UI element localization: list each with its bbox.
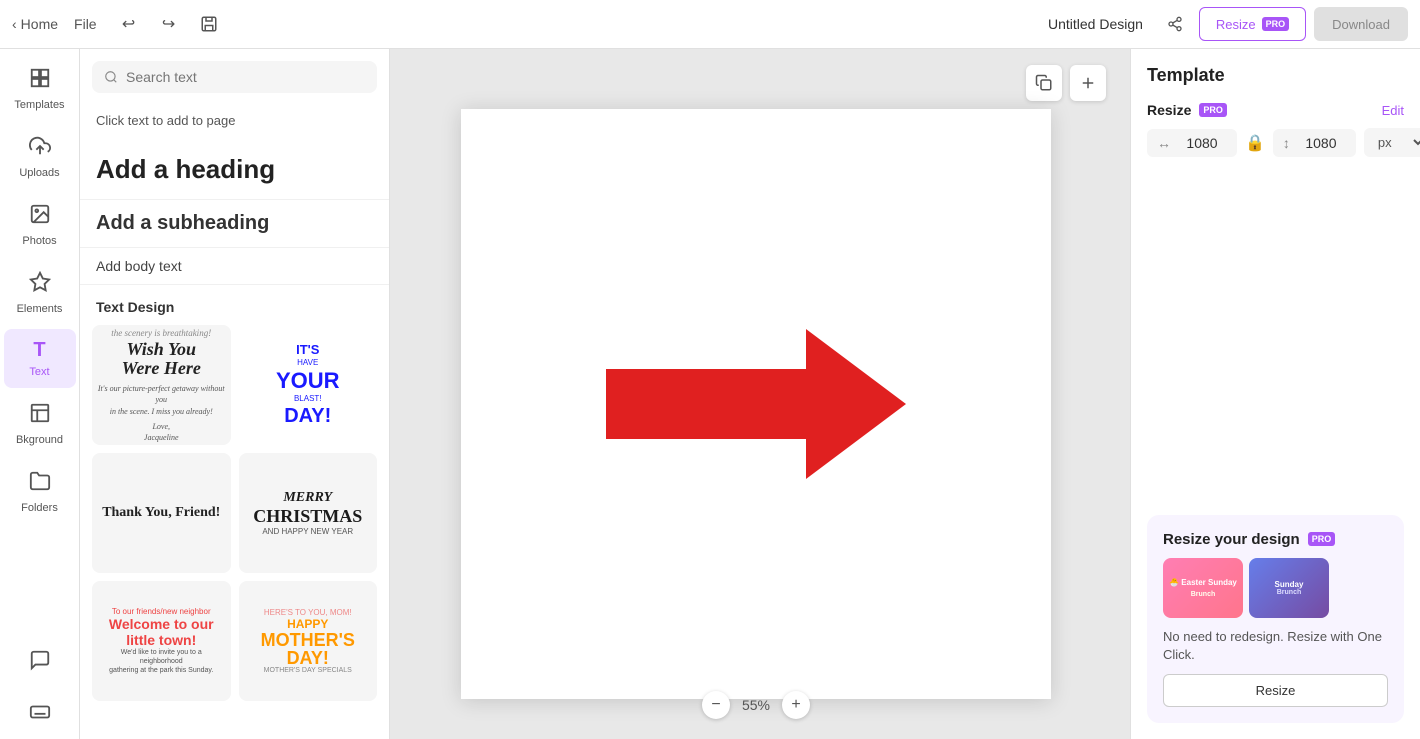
elements-icon <box>29 271 51 299</box>
topbar-center: Untitled Design Resize PRO Download <box>1040 7 1408 41</box>
edit-link[interactable]: Edit <box>1382 103 1404 118</box>
chat-icon <box>29 649 51 677</box>
lock-icon[interactable]: 🔒 <box>1245 133 1265 153</box>
resize-promo-title: Resize your design PRO <box>1163 531 1388 548</box>
search-input[interactable] <box>126 69 365 85</box>
folders-icon <box>29 470 51 498</box>
duplicate-page-button[interactable] <box>1026 65 1062 101</box>
add-body-button[interactable]: Add body text <box>80 248 389 285</box>
sidebar-item-text[interactable]: T Text <box>4 329 76 388</box>
width-icon: ↔ <box>1157 135 1171 151</box>
background-icon <box>29 402 51 430</box>
promo-image-right: Sunday Brunch <box>1249 558 1329 618</box>
right-panel: Template Resize PRO Edit ↔ 🔒 ↕ px <box>1130 49 1420 739</box>
zoom-in-button[interactable]: + <box>782 691 810 719</box>
sidebar-item-label: Templates <box>14 99 64 111</box>
add-heading-button[interactable]: Add a heading <box>80 140 389 200</box>
resize-pro-badge: PRO <box>1199 103 1227 117</box>
sidebar-item-elements[interactable]: Elements <box>4 261 76 325</box>
zoom-level: 55% <box>742 697 770 713</box>
template-title: Template <box>1147 65 1404 86</box>
search-area <box>80 49 389 101</box>
promo-image-left: 🐣 Easter Sunday Brunch <box>1163 558 1243 618</box>
sidebar-item-background[interactable]: Bkground <box>4 392 76 456</box>
search-icon <box>104 70 118 84</box>
resize-promo-desc: No need to redesign. Resize with One Cli… <box>1163 628 1388 664</box>
resize-label: Resize <box>1216 17 1256 32</box>
redo-button[interactable]: ↪ <box>153 8 185 40</box>
sidebar-item-folders[interactable]: Folders <box>4 460 76 524</box>
text-design-grid: the scenery is breathtaking! Wish YouWer… <box>80 325 389 713</box>
text-card-2[interactable]: IT'S HAVE YOUR BLAST! DAY! <box>239 325 378 445</box>
height-box: ↕ <box>1273 129 1356 157</box>
topbar-left: ‹ Home File ↩ ↪ <box>12 8 225 40</box>
sidebar-item-label: Uploads <box>19 167 59 179</box>
text-card-3[interactable]: Thank You, Friend! <box>92 453 231 573</box>
resize-promo-pro: PRO <box>1308 532 1336 546</box>
text-design-label: Text Design <box>80 285 389 325</box>
sidebar-item-label: Bkground <box>16 434 63 446</box>
home-button[interactable]: ‹ Home <box>12 16 58 32</box>
click-to-add-text: Click text to add to page <box>80 101 389 140</box>
sidebar-item-templates[interactable]: Templates <box>4 57 76 121</box>
resize-promo-button[interactable]: Resize <box>1163 674 1388 707</box>
sidebar-item-label: Text <box>29 366 49 378</box>
search-box[interactable] <box>92 61 377 93</box>
add-page-button[interactable] <box>1070 65 1106 101</box>
width-box: ↔ <box>1147 129 1237 157</box>
width-input[interactable] <box>1177 135 1227 151</box>
text-card-1[interactable]: the scenery is breathtaking! Wish YouWer… <box>92 325 231 445</box>
canvas[interactable] <box>461 109 1051 699</box>
download-button[interactable]: Download <box>1314 7 1408 41</box>
sidebar-item-uploads[interactable]: Uploads <box>4 125 76 189</box>
height-input[interactable] <box>1296 135 1346 151</box>
resize-button[interactable]: Resize PRO <box>1199 7 1306 41</box>
text-card-6[interactable]: HERE'S TO YOU, MOM! HAPPY MOTHER'SDAY! M… <box>239 581 378 701</box>
height-icon: ↕ <box>1283 135 1290 151</box>
text-icon: T <box>33 339 45 362</box>
resize-section-label: Resize <box>1147 102 1191 118</box>
chevron-left-icon: ‹ <box>12 16 17 32</box>
zoom-out-button[interactable]: − <box>702 691 730 719</box>
sidebar-item-label: Photos <box>22 235 56 247</box>
pro-badge: PRO <box>1262 17 1290 31</box>
main-content: Templates Uploads Photos <box>0 49 1420 739</box>
sidebar-item-photos[interactable]: Photos <box>4 193 76 257</box>
red-arrow <box>606 324 906 484</box>
save-icon[interactable] <box>193 8 225 40</box>
keyboard-icon <box>29 701 51 729</box>
resize-promo-images: 🐣 Easter Sunday Brunch Sunday Brunch <box>1163 558 1388 618</box>
unit-select[interactable]: px in cm mm <box>1364 128 1420 157</box>
canvas-toolbar <box>1026 65 1106 101</box>
sidebar-item-label: Elements <box>17 303 63 315</box>
file-menu[interactable]: File <box>66 12 105 36</box>
share-button[interactable] <box>1159 8 1191 40</box>
uploads-icon <box>29 135 51 163</box>
dimension-row: ↔ 🔒 ↕ px in cm mm <box>1147 128 1404 157</box>
sidebar-item-keyboard[interactable] <box>4 691 76 739</box>
zoom-bar: − 55% + <box>702 691 810 719</box>
resize-section: Resize PRO Edit ↔ 🔒 ↕ px in cm mm <box>1147 102 1404 157</box>
panel-divider[interactable] <box>1122 49 1130 739</box>
sidebar-item-chat[interactable] <box>4 639 76 687</box>
text-card-5[interactable]: To our friends/new neighbor Welcome to o… <box>92 581 231 701</box>
resize-header: Resize PRO Edit <box>1147 102 1404 118</box>
topbar: ‹ Home File ↩ ↪ Untitled Design Resize P… <box>0 0 1420 49</box>
text-panel: Click text to add to page Add a heading … <box>80 49 390 739</box>
home-label: Home <box>21 16 58 32</box>
add-subheading-button[interactable]: Add a subheading <box>80 200 389 248</box>
templates-icon <box>29 67 51 95</box>
resize-promo-label: Resize your design <box>1163 531 1300 548</box>
text-card-4[interactable]: MERRY CHRISTMAS AND HAPPY NEW YEAR <box>239 453 378 573</box>
undo-button[interactable]: ↩ <box>113 8 145 40</box>
canvas-area: − 55% + <box>390 49 1122 739</box>
resize-promo: Resize your design PRO 🐣 Easter Sunday B… <box>1147 515 1404 723</box>
sidebar-item-label: Folders <box>21 502 58 514</box>
icon-sidebar: Templates Uploads Photos <box>0 49 80 739</box>
photos-icon <box>29 203 51 231</box>
design-title[interactable]: Untitled Design <box>1040 12 1151 36</box>
